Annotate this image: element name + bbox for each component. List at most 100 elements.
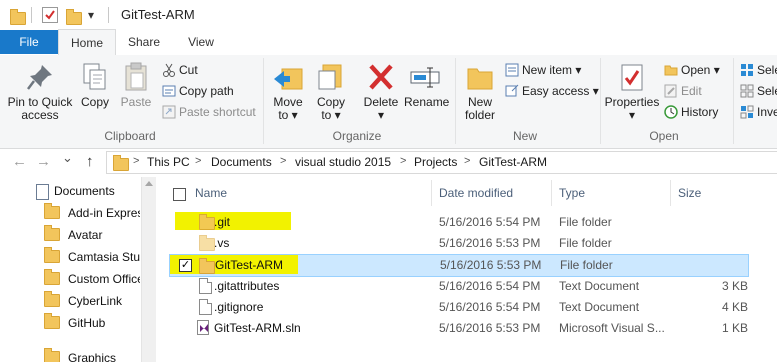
nav-item-add-in-express[interactable]: Add-in Express	[0, 202, 140, 224]
breadcrumb-chevron-icon[interactable]: >	[400, 155, 406, 167]
new-item-icon	[505, 63, 519, 77]
nav-item-documents[interactable]: Documents	[0, 180, 140, 202]
select-none-label: Sele	[757, 84, 777, 98]
tab-home[interactable]: Home	[58, 29, 116, 56]
properties-dropdown-arrow[interactable]: ▾	[602, 109, 662, 122]
scissors-icon	[162, 63, 176, 77]
highlight-marker	[175, 212, 291, 230]
file-date: 5/16/2016 5:54 PM	[439, 279, 541, 293]
nav-item-custom-office[interactable]: Custom Office	[0, 268, 140, 290]
delete-dropdown-arrow[interactable]: ▾	[360, 109, 402, 122]
up-arrow-icon[interactable]: ↑	[86, 153, 94, 170]
open-button[interactable]: Open ▾	[664, 61, 720, 79]
nav-item-camtasia-studio[interactable]: Camtasia Studi	[0, 246, 140, 268]
new-folder-qat-icon[interactable]	[66, 9, 82, 25]
column-header-type[interactable]: Type	[559, 186, 585, 200]
breadcrumb-chevron-icon[interactable]: >	[464, 155, 470, 167]
tab-view[interactable]: View	[176, 30, 226, 54]
column-divider	[670, 180, 671, 206]
new-group-label: New	[512, 129, 537, 143]
new-folder-button[interactable]: New folder	[460, 57, 500, 122]
cut-button[interactable]: Cut	[162, 61, 198, 79]
address-bar[interactable]: > This PC > Documents > visual studio 20…	[106, 151, 777, 174]
folder-icon	[44, 203, 60, 219]
history-button[interactable]: History	[664, 103, 718, 121]
edit-button[interactable]: Edit	[664, 82, 702, 100]
file-row-gitattributes[interactable]: .gitattributes 5/16/2016 5:54 PM Text Do…	[170, 276, 748, 297]
file-name: .gitignore	[214, 300, 264, 314]
breadcrumb-visual-studio-2015[interactable]: visual studio 2015	[295, 155, 391, 169]
move-to-icon	[272, 61, 304, 93]
breadcrumb-documents[interactable]: Documents	[211, 155, 272, 169]
new-folder-icon	[464, 61, 496, 93]
properties-button[interactable]: Properties ▾	[602, 57, 662, 122]
file-type: Microsoft Visual S...	[559, 321, 665, 335]
paste-shortcut-button[interactable]: Paste shortcut	[162, 103, 256, 121]
column-header-date-modified[interactable]: Date modified	[439, 186, 513, 200]
history-label: History	[681, 105, 719, 119]
copy-path-button[interactable]: Copy path	[162, 82, 234, 100]
copy-to-icon	[315, 61, 347, 93]
folder-icon	[199, 258, 215, 274]
file-row-vs[interactable]: .vs 5/16/2016 5:53 PM File folder	[170, 233, 748, 254]
breadcrumb-projects[interactable]: Projects	[414, 155, 457, 169]
new-item-button[interactable]: New item ▾	[505, 61, 581, 79]
file-row-gittest-arm-sln[interactable]: GitTest-ARM.sln 5/16/2016 5:53 PM Micros…	[170, 318, 748, 339]
properties-qat-icon[interactable]	[42, 7, 58, 23]
folder-icon	[113, 155, 129, 171]
forward-arrow-icon[interactable]: →	[36, 153, 51, 170]
nav-item-label: Add-in Express	[68, 206, 140, 220]
scroll-up-arrow-icon[interactable]	[145, 181, 153, 186]
folder-icon	[10, 9, 26, 25]
breadcrumb-this-pc[interactable]: This PC	[147, 155, 190, 169]
row-checkbox[interactable]: ✓	[179, 259, 192, 272]
paste-button[interactable]: Paste	[116, 57, 156, 109]
file-type: File folder	[559, 215, 612, 229]
file-row-gittest-arm[interactable]: ✓ GitTest-ARM 5/16/2016 5:53 PM File fol…	[169, 254, 749, 277]
copy-to-button[interactable]: Copy to ▾	[310, 57, 352, 122]
move-to-button[interactable]: Move to ▾	[269, 57, 307, 122]
rename-label: Rename	[404, 95, 450, 109]
file-row-git[interactable]: .git 5/16/2016 5:54 PM File folder	[170, 212, 748, 233]
tab-share[interactable]: Share	[118, 30, 170, 54]
text-document-icon	[199, 278, 212, 294]
nav-item-cyberlink[interactable]: CyberLink	[0, 290, 140, 312]
column-divider	[431, 180, 432, 206]
qat-customize-icon[interactable]: ▾	[88, 8, 94, 22]
copy-button[interactable]: Copy	[76, 57, 114, 109]
nav-item-label: Camtasia Studi	[68, 250, 140, 264]
nav-item-avatar[interactable]: Avatar	[0, 224, 140, 246]
navigation-scrollbar[interactable]	[141, 177, 156, 362]
tab-file[interactable]: File	[0, 30, 58, 54]
nav-item-graphics[interactable]: Graphics	[0, 347, 140, 362]
pin-to-quick-access-button[interactable]: Pin to Quick access	[4, 57, 76, 122]
file-name: .git	[214, 215, 231, 229]
rename-button[interactable]: Rename	[404, 57, 450, 109]
group-separator	[600, 58, 601, 144]
select-none-button[interactable]: Sele	[740, 82, 777, 100]
recent-locations-icon[interactable]: ⌄	[62, 150, 73, 166]
file-size: 3 KB	[722, 279, 749, 293]
select-all-button[interactable]: Sele	[740, 61, 777, 79]
breadcrumb-chevron-icon[interactable]: >	[280, 155, 286, 167]
folder-icon	[44, 348, 60, 362]
pin-icon	[24, 61, 56, 93]
delete-button[interactable]: Delete ▾	[360, 57, 402, 122]
nav-item-github[interactable]: GitHub	[0, 312, 140, 334]
breadcrumb-gittest-arm[interactable]: GitTest-ARM	[479, 155, 547, 169]
column-header-size[interactable]: Size	[678, 186, 701, 200]
visual-studio-solution-icon	[197, 320, 211, 335]
properties-icon	[616, 61, 648, 93]
breadcrumb-chevron-icon[interactable]: >	[195, 155, 201, 167]
column-header-name[interactable]: Name	[195, 186, 227, 200]
select-all-checkbox[interactable]	[173, 188, 186, 201]
invert-selection-button[interactable]: Inve	[740, 103, 777, 121]
select-all-label: Sele	[757, 63, 777, 77]
nav-item-label: CyberLink	[68, 294, 123, 308]
breadcrumb-chevron-icon[interactable]: >	[133, 155, 139, 167]
select-all-icon	[740, 63, 754, 77]
file-size: 4 KB	[722, 300, 749, 314]
file-row-gitignore[interactable]: .gitignore 5/16/2016 5:54 PM Text Docume…	[170, 297, 748, 318]
back-arrow-icon[interactable]: ←	[12, 153, 27, 170]
easy-access-button[interactable]: Easy access ▾	[505, 82, 599, 100]
